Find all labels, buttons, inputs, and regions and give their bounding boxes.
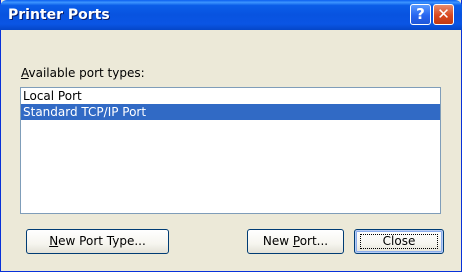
- available-port-types-label: Available port types:: [21, 66, 145, 80]
- label-accelerator: A: [21, 66, 29, 80]
- new-port-accelerator: P: [292, 234, 300, 248]
- close-icon: ✕: [437, 5, 450, 23]
- new-port-label-pre: New: [262, 234, 293, 248]
- new-port-label-rest: ort...: [299, 234, 329, 248]
- label-text: vailable port types:: [28, 66, 145, 80]
- close-button-label: Close: [382, 234, 416, 248]
- window-title: Printer Ports: [8, 7, 110, 23]
- new-port-type-button[interactable]: New Port Type...: [26, 229, 169, 254]
- list-item-standard-tcp-ip-port[interactable]: Standard TCP/IP Port: [21, 104, 440, 120]
- new-port-button[interactable]: New Port...: [247, 229, 344, 254]
- new-port-type-accelerator: N: [49, 234, 59, 248]
- help-button[interactable]: ?: [410, 4, 431, 25]
- title-bar[interactable]: Printer Ports ? ✕: [0, 0, 462, 30]
- new-port-type-label: ew Port Type...: [58, 234, 146, 248]
- help-icon: ?: [416, 5, 425, 23]
- close-button[interactable]: Close: [354, 229, 444, 254]
- printer-ports-dialog: Printer Ports ? ✕ Available port types: …: [0, 0, 462, 272]
- window-close-button[interactable]: ✕: [433, 4, 454, 25]
- port-types-listbox[interactable]: Local Port Standard TCP/IP Port: [20, 87, 441, 214]
- list-item-local-port[interactable]: Local Port: [21, 88, 440, 104]
